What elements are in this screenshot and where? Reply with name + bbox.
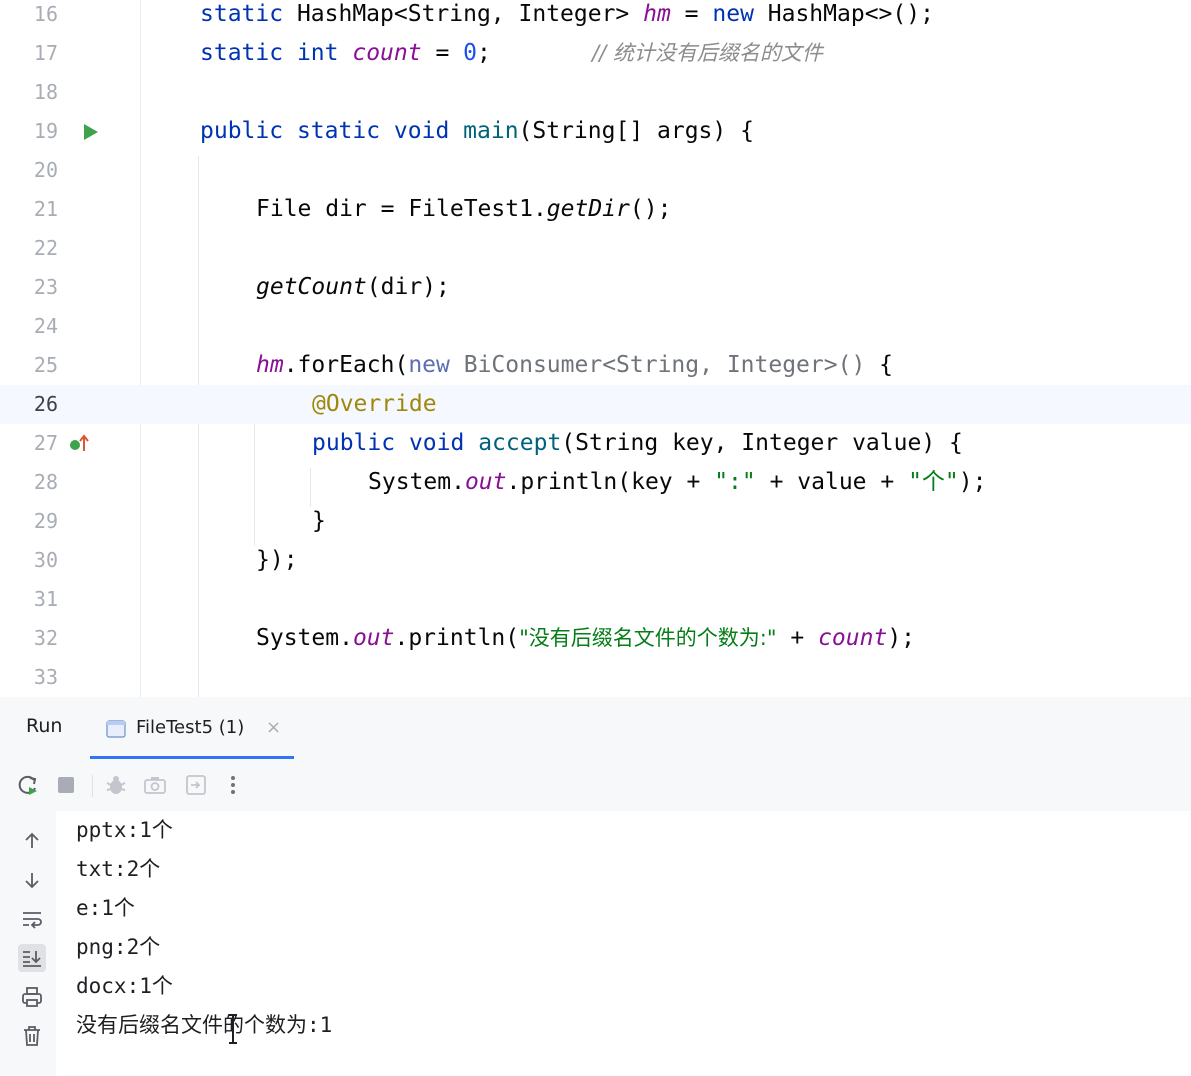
line-number: 24 xyxy=(33,314,58,338)
code-comment: // 统计没有后缀名的文件 xyxy=(592,41,823,65)
run-tool-window: Run FileTest5 (1) × pptx:1个 txt:2个 e:1个 … xyxy=(0,697,1191,1076)
trash-icon[interactable] xyxy=(18,1022,46,1050)
code-line: 21 File dir = FileTest1.getDir(); xyxy=(0,190,1191,229)
console-line: e:1个 xyxy=(76,896,135,920)
line-number: 20 xyxy=(33,158,58,182)
code-line: 17 static int count = 0; // 统计没有后缀名的文件 xyxy=(0,34,1191,73)
line-number: 19 xyxy=(33,119,58,143)
stop-icon[interactable] xyxy=(52,771,80,799)
line-number: 26 xyxy=(33,392,58,416)
code-line-current: 26 @Override xyxy=(0,385,1191,424)
code-line: 16 static HashMap<String, Integer> hm = … xyxy=(0,0,1191,34)
code-text: getCount(dir); xyxy=(256,274,450,300)
code-line: 18 xyxy=(0,73,1191,112)
code-text: hm.forEach(new BiConsumer<String, Intege… xyxy=(256,352,893,378)
code-line: 32 System.out.println("没有后缀名文件的个数为:" + c… xyxy=(0,619,1191,658)
line-number: 16 xyxy=(33,2,58,26)
code-line: 28 System.out.println(key + ":" + value … xyxy=(0,463,1191,502)
code-text: }); xyxy=(256,547,298,573)
code-text: System.out.println(key + ":" + value + "… xyxy=(368,469,987,495)
code-line: 33 xyxy=(0,658,1191,697)
rerun-icon[interactable] xyxy=(14,771,42,799)
code-line: 19 public static void main(String[] args… xyxy=(0,112,1191,151)
line-number: 27 xyxy=(33,431,58,455)
line-number: 22 xyxy=(33,236,58,260)
code-line: 27 public void accept(String key, Intege… xyxy=(0,424,1191,463)
code-editor[interactable]: 16 static HashMap<String, Integer> hm = … xyxy=(0,0,1191,697)
text-cursor-icon xyxy=(227,1013,239,1049)
line-number: 29 xyxy=(33,509,58,533)
scroll-down-icon[interactable] xyxy=(18,866,46,894)
toolbar-separator xyxy=(92,775,93,797)
restore-layout-icon[interactable] xyxy=(182,771,210,799)
line-number: 31 xyxy=(33,587,58,611)
tab-filetest5[interactable]: FileTest5 (1) × xyxy=(90,705,294,759)
scroll-up-icon[interactable] xyxy=(18,827,46,855)
code-text: static HashMap<String, Integer> hm = new… xyxy=(200,1,934,27)
console-line: pptx:1个 xyxy=(76,818,173,842)
code-text: static int count = 0; xyxy=(200,40,491,66)
line-number: 32 xyxy=(33,626,58,650)
console-line: 没有后缀名文件的个数为:1 xyxy=(76,1013,333,1037)
code-text: File dir = FileTest1.getDir(); xyxy=(256,196,672,222)
tab-underline xyxy=(90,756,294,759)
console-line: txt:2个 xyxy=(76,857,161,881)
line-number: 21 xyxy=(33,197,58,221)
line-number: 18 xyxy=(33,80,58,104)
more-icon[interactable] xyxy=(219,771,247,799)
line-number: 30 xyxy=(33,548,58,572)
code-line: 23 getCount(dir); xyxy=(0,268,1191,307)
code-line: 30 }); xyxy=(0,541,1191,580)
code-line: 31 xyxy=(0,580,1191,619)
code-line: 29 } xyxy=(0,502,1191,541)
screenshot-icon[interactable] xyxy=(141,771,169,799)
tab-label: FileTest5 (1) xyxy=(136,717,245,738)
scroll-to-end-icon[interactable] xyxy=(18,944,46,972)
line-number: 28 xyxy=(33,470,58,494)
code-line: 20 xyxy=(0,151,1191,190)
console-output[interactable]: pptx:1个 txt:2个 e:1个 png:2个 docx:1个 没有后缀名… xyxy=(56,811,1191,1076)
code-text: public void accept(String key, Integer v… xyxy=(312,430,963,456)
print-icon[interactable] xyxy=(18,983,46,1011)
run-toolbar xyxy=(0,763,1191,807)
close-icon[interactable]: × xyxy=(266,717,281,738)
console-icon xyxy=(106,720,126,742)
code-line: 22 xyxy=(0,229,1191,268)
console-line: docx:1个 xyxy=(76,974,173,998)
line-number: 25 xyxy=(33,353,58,377)
code-text: System.out.println("没有后缀名文件的个数为:" + coun… xyxy=(256,625,916,651)
code-text: @Override xyxy=(312,391,437,417)
soft-wrap-icon[interactable] xyxy=(18,905,46,933)
implements-override-icon[interactable] xyxy=(68,424,92,463)
console-line: png:2个 xyxy=(76,935,161,959)
line-number: 33 xyxy=(33,665,58,689)
line-number: 23 xyxy=(33,275,58,299)
code-text: } xyxy=(312,508,326,534)
run-title: Run xyxy=(26,715,63,737)
run-header: Run FileTest5 (1) × xyxy=(0,697,1191,759)
run-arrow-icon[interactable] xyxy=(82,112,100,151)
code-line: 25 hm.forEach(new BiConsumer<String, Int… xyxy=(0,346,1191,385)
console-sidebar xyxy=(8,811,56,1076)
line-number: 17 xyxy=(33,41,58,65)
debug-icon[interactable] xyxy=(102,771,130,799)
code-line: 24 xyxy=(0,307,1191,346)
code-text: public static void main(String[] args) { xyxy=(200,118,754,144)
